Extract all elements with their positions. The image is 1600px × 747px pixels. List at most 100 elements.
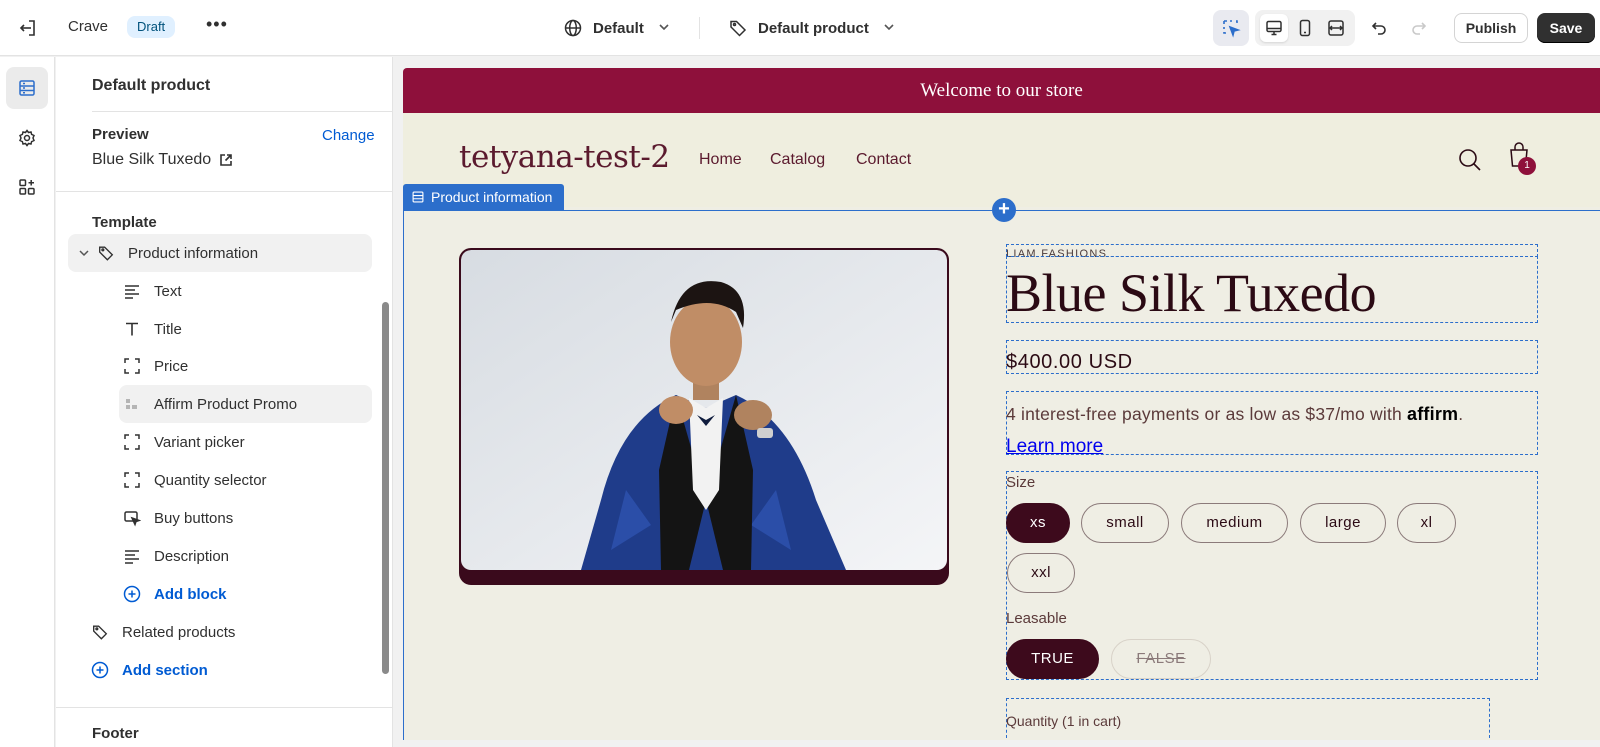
preview-product[interactable]: Blue Silk Tuxedo bbox=[92, 151, 233, 169]
block-label: Affirm Product Promo bbox=[154, 395, 298, 413]
cursor-click-icon bbox=[122, 508, 142, 528]
select-cursor-icon bbox=[1223, 20, 1241, 38]
app-embeds-icon[interactable] bbox=[6, 166, 48, 208]
product-image[interactable] bbox=[459, 248, 949, 585]
search-icon[interactable] bbox=[1457, 147, 1483, 173]
block-label: Buy buttons bbox=[154, 509, 234, 527]
block-label: Quantity selector bbox=[154, 471, 267, 489]
sections-icon bbox=[412, 191, 424, 203]
plus-circle-icon bbox=[122, 584, 142, 604]
announcement-bar: Welcome to our store bbox=[403, 68, 1600, 113]
sidebar-title: Default product bbox=[92, 77, 211, 94]
exit-icon[interactable] bbox=[16, 16, 40, 40]
block-affirm-product-promo[interactable]: Affirm Product Promo bbox=[119, 385, 372, 423]
app-block-icon bbox=[122, 394, 142, 414]
quantity-label: Quantity (1 in cart) bbox=[1006, 713, 1122, 729]
block-text[interactable]: Text bbox=[120, 272, 372, 310]
block-label: Description bbox=[154, 547, 230, 565]
theme-settings-icon[interactable] bbox=[6, 117, 48, 159]
size-option-small[interactable]: small bbox=[1081, 503, 1169, 543]
block-quantity-selector[interactable]: Quantity selector bbox=[120, 461, 372, 499]
external-link-icon bbox=[220, 154, 232, 166]
size-option-xl[interactable]: xl bbox=[1397, 503, 1456, 543]
footer-group-label: Footer bbox=[92, 725, 139, 742]
section-tag[interactable]: Product information bbox=[403, 184, 565, 210]
size-option-xxl[interactable]: xxl bbox=[1007, 553, 1075, 593]
section-label: Related products bbox=[122, 623, 236, 641]
leasable-option-true[interactable]: TRUE bbox=[1006, 639, 1099, 679]
preview-label: Preview bbox=[92, 126, 149, 143]
add-section-button[interactable]: Add section bbox=[90, 651, 372, 689]
block-buy-buttons[interactable]: Buy buttons bbox=[120, 499, 372, 537]
nav-contact[interactable]: Contact bbox=[856, 151, 911, 169]
section-product-information[interactable]: Product information bbox=[68, 234, 372, 272]
block-label: Variant picker bbox=[154, 433, 245, 451]
theme-selector[interactable]: Default bbox=[563, 14, 670, 42]
more-actions-icon[interactable]: ••• bbox=[206, 14, 230, 38]
save-button[interactable]: Save bbox=[1537, 13, 1595, 43]
product-title: Blue Silk Tuxedo bbox=[1006, 263, 1377, 323]
affirm-text: 4 interest-free payments or as low as $3… bbox=[1006, 404, 1402, 424]
size-option-medium[interactable]: medium bbox=[1181, 503, 1288, 543]
cart-count-badge: 1 bbox=[1518, 157, 1536, 175]
sidebar-scrollbar[interactable] bbox=[382, 302, 389, 674]
viewport-toggle-group bbox=[1255, 10, 1355, 46]
learn-more-link[interactable]: Learn more bbox=[1006, 436, 1103, 458]
size-option-xs[interactable]: xs bbox=[1006, 503, 1070, 543]
globe-icon bbox=[564, 19, 582, 37]
add-section-plus-icon[interactable]: + bbox=[992, 198, 1016, 222]
nav-catalog[interactable]: Catalog bbox=[770, 151, 825, 169]
undo-icon[interactable] bbox=[1365, 14, 1393, 42]
section-label: Product information bbox=[128, 244, 259, 262]
add-block-button[interactable]: Add block bbox=[120, 575, 372, 613]
tag-icon bbox=[90, 622, 110, 642]
block-description[interactable]: Description bbox=[120, 537, 372, 575]
block-label: Price bbox=[154, 357, 189, 375]
preview-product-name: Blue Silk Tuxedo bbox=[92, 151, 212, 168]
selector-divider bbox=[699, 17, 700, 39]
leasable-option-false[interactable]: FALSE bbox=[1111, 639, 1211, 679]
desktop-view-icon[interactable] bbox=[1260, 14, 1289, 42]
tag-icon bbox=[96, 243, 116, 263]
title-t-icon bbox=[122, 319, 142, 339]
dashed-square-icon bbox=[122, 356, 142, 376]
publish-button[interactable]: Publish bbox=[1454, 13, 1528, 43]
store-name: Crave bbox=[68, 18, 109, 35]
block-label: Title bbox=[154, 320, 182, 338]
redo-icon[interactable] bbox=[1405, 14, 1433, 42]
chevron-down-icon[interactable] bbox=[74, 243, 94, 263]
nav-home[interactable]: Home bbox=[699, 151, 742, 169]
template-selector[interactable]: Default product bbox=[728, 14, 895, 42]
sections-icon[interactable] bbox=[6, 67, 48, 109]
size-label: Size bbox=[1006, 474, 1036, 491]
template-label: Template bbox=[92, 214, 157, 231]
plus-circle-icon bbox=[90, 660, 110, 680]
store-logo[interactable]: tetyana-test-2 bbox=[459, 139, 670, 175]
storefront-preview: Welcome to our store tetyana-test-2 Home… bbox=[403, 68, 1600, 740]
divider bbox=[56, 707, 392, 708]
store-header: tetyana-test-2 Home Catalog Contact 1 bbox=[403, 113, 1600, 207]
text-lines-icon bbox=[122, 281, 142, 301]
affirm-logo: affirm bbox=[1407, 404, 1459, 424]
tag-icon bbox=[730, 20, 747, 37]
leasable-label: Leasable bbox=[1006, 610, 1067, 627]
section-related-products[interactable]: Related products bbox=[90, 613, 372, 651]
chevron-down-icon bbox=[883, 21, 895, 36]
change-preview-link[interactable]: Change bbox=[322, 127, 375, 144]
size-option-large[interactable]: large bbox=[1300, 503, 1386, 543]
chevron-down-icon bbox=[658, 21, 670, 36]
block-price[interactable]: Price bbox=[120, 347, 372, 385]
dashed-square-icon bbox=[122, 432, 142, 452]
product-price: $400.00 USD bbox=[1006, 351, 1133, 373]
add-section-label: Add section bbox=[122, 661, 208, 679]
mobile-view-icon[interactable] bbox=[1291, 14, 1319, 42]
affirm-period: . bbox=[1458, 404, 1464, 424]
add-block-label: Add block bbox=[154, 585, 227, 603]
block-variant-picker[interactable]: Variant picker bbox=[120, 423, 372, 461]
divider bbox=[56, 191, 392, 192]
inspector-toggle[interactable] bbox=[1213, 10, 1249, 46]
full-width-view-icon[interactable] bbox=[1322, 14, 1350, 42]
affirm-promo-text: 4 interest-free payments or as low as $3… bbox=[1006, 404, 1463, 425]
block-label: Text bbox=[154, 282, 182, 300]
block-title[interactable]: Title bbox=[120, 310, 372, 348]
